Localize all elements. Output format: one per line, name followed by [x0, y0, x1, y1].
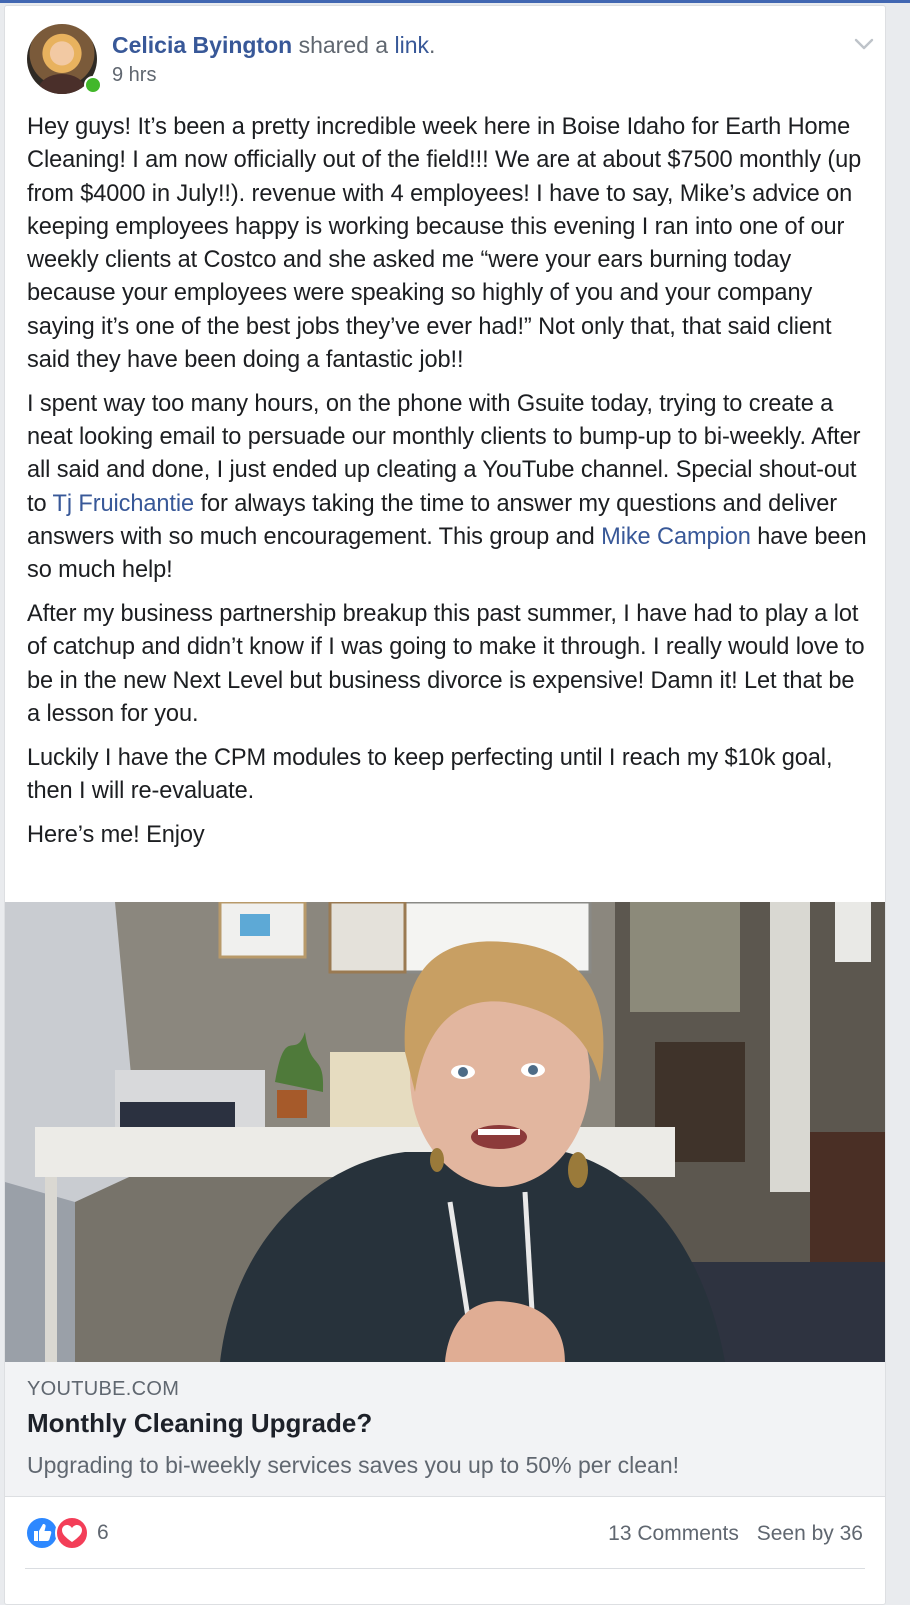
post-attribution: Celicia Byington shared a link.: [112, 30, 435, 60]
seen-by-count[interactable]: Seen by 36: [757, 1522, 863, 1545]
video-thumbnail[interactable]: [5, 902, 885, 1362]
link-title[interactable]: Monthly Cleaning Upgrade?: [27, 1408, 372, 1439]
chevron-down-icon[interactable]: [853, 36, 875, 52]
link-description: Upgrading to bi-weekly services saves yo…: [27, 1452, 680, 1478]
post-stats: 13 Comments Seen by 36: [608, 1522, 863, 1546]
mention-link-tj-fruichantie[interactable]: Tj Fruichantie: [53, 491, 195, 517]
post-paragraph: Luckily I have the CPM modules to keep p…: [27, 744, 833, 805]
post-timestamp[interactable]: 9 hrs: [112, 64, 156, 87]
post-paragraph: Hey guys! It’s been a pretty incredible …: [27, 114, 862, 374]
action-text: shared a: [298, 32, 389, 58]
mention-link-mike-campion[interactable]: Mike Campion: [601, 524, 751, 550]
online-status-icon: [84, 76, 102, 94]
post-paragraph: After my business partnership breakup th…: [27, 601, 865, 728]
post-header: Celicia Byington shared a link. 9 hrs: [27, 24, 874, 96]
post-card: Celicia Byington shared a link. 9 hrs He…: [4, 5, 886, 1605]
post-paragraph: I spent way too many hours, on the phone…: [27, 390, 867, 584]
comments-count-link[interactable]: 13 Comments: [608, 1522, 739, 1545]
link-domain: YOUTUBE.COM: [27, 1378, 180, 1400]
video-frame-image: [5, 902, 885, 1362]
link-preview[interactable]: YOUTUBE.COM Monthly Cleaning Upgrade? Up…: [5, 1362, 885, 1497]
top-accent-bar: [0, 0, 910, 3]
post-footer: 6 13 Comments Seen by 36: [5, 1496, 885, 1566]
action-suffix: .: [429, 32, 436, 58]
post-body: Hey guys! It’s been a pretty incredible …: [27, 111, 873, 863]
like-reaction-icon: [25, 1516, 59, 1550]
author-name-link[interactable]: Celicia Byington: [112, 32, 292, 58]
love-reaction-icon: [55, 1516, 89, 1550]
post-paragraph: Here’s me! Enjoy: [27, 821, 205, 848]
reaction-count[interactable]: 6: [97, 1521, 109, 1545]
footer-divider: [25, 1568, 865, 1569]
reactions-summary[interactable]: [25, 1516, 95, 1550]
shared-link-word[interactable]: link: [395, 32, 430, 58]
